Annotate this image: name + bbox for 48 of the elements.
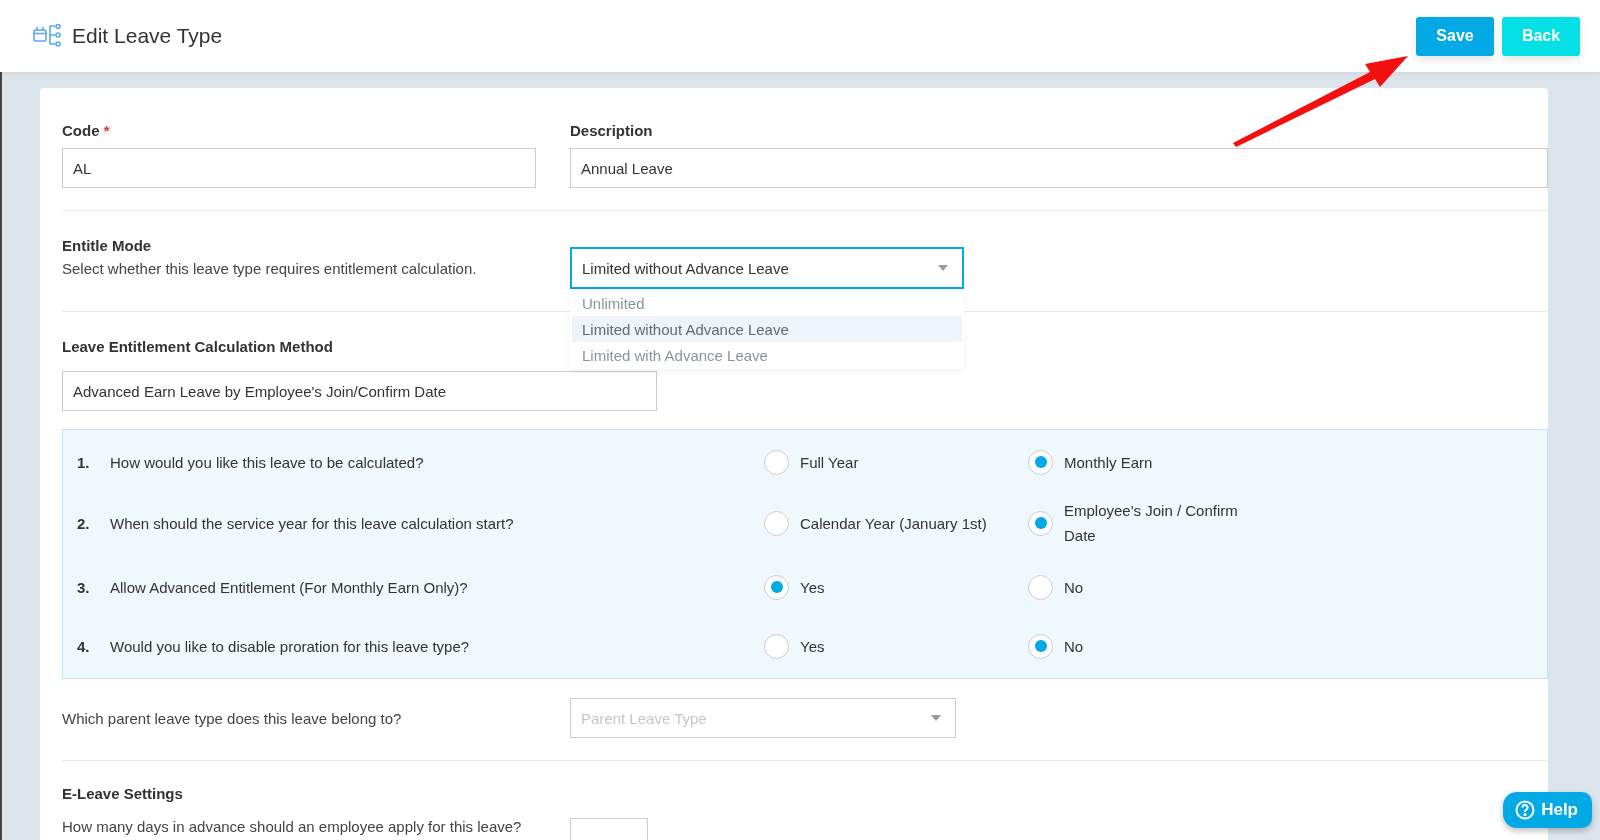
parent-leave-select[interactable]: Parent Leave Type (570, 698, 956, 738)
radio-button[interactable] (764, 510, 789, 536)
radio-label: No (1064, 636, 1084, 657)
question-number: 1. (77, 453, 91, 471)
page-title: Edit Leave Type (72, 24, 224, 48)
calculation-method-input[interactable]: Advanced Earn Leave by Employee's Join/Confirm Date (62, 371, 657, 411)
question-number: 2. (77, 514, 91, 532)
caret-icon (938, 265, 948, 271)
question-text: When should the service year for this leave calculation start? (110, 514, 515, 532)
question-text: Would you like to disable proration for this leave type? (110, 637, 471, 655)
radio-button[interactable] (1028, 510, 1053, 536)
radio-label: Full Year (800, 452, 859, 473)
question-number: 4. (77, 637, 91, 655)
radio-button[interactable] (764, 633, 789, 659)
radio-button[interactable] (1028, 633, 1053, 659)
radio-label: Calendar Year (January 1st) (800, 513, 987, 534)
caret-icon (931, 715, 941, 721)
field-label: Code * (62, 122, 111, 139)
description-input[interactable]: Annual Leave (570, 148, 1548, 188)
radio-button[interactable] (1028, 574, 1053, 600)
entitle-mode-select[interactable]: Limited without Advance Leave (570, 247, 964, 289)
hint-text: Select whether this leave type requires entitlement calculation. (62, 260, 478, 277)
dropdown-option[interactable]: Limited without Advance Leave (572, 316, 962, 342)
dropdown-option[interactable]: Limited with Advance Leave (572, 342, 962, 368)
radio-label: Yes (800, 577, 825, 598)
save-button[interactable]: Save (1416, 16, 1494, 56)
radio-button[interactable] (764, 574, 789, 600)
section-title: Leave Entitlement Calculation Method (62, 338, 333, 355)
question-text: Which parent leave type does this leave belong to? (62, 709, 403, 727)
help-button[interactable]: Help (1503, 792, 1592, 828)
radio-label: Yes (800, 636, 825, 657)
question-text: How would you like this leave to be calculated? (110, 453, 425, 471)
radio-label: Employee's Join / Confirm Date (1064, 501, 1239, 546)
question-number: 3. (77, 578, 91, 596)
back-button[interactable]: Back (1502, 16, 1580, 56)
question-text: How many days in advance should an employee apply for this leave? (62, 818, 523, 835)
radio-label: No (1064, 577, 1084, 598)
field-label: Description (570, 122, 654, 139)
code-input[interactable]: AL (62, 148, 536, 188)
section-title: E-Leave Settings (62, 785, 183, 802)
radio-button[interactable] (764, 449, 789, 475)
radio-button[interactable] (1028, 449, 1053, 475)
question-icon (1515, 800, 1536, 820)
radio-label: Monthly Earn (1064, 452, 1153, 473)
question-text: Allow Advanced Entitlement (For Monthly Earn Only)? (110, 578, 469, 596)
calendar-tree-icon (33, 24, 63, 48)
section-title: Entitle Mode (62, 237, 153, 254)
dropdown-option[interactable]: Unlimited (572, 290, 962, 316)
